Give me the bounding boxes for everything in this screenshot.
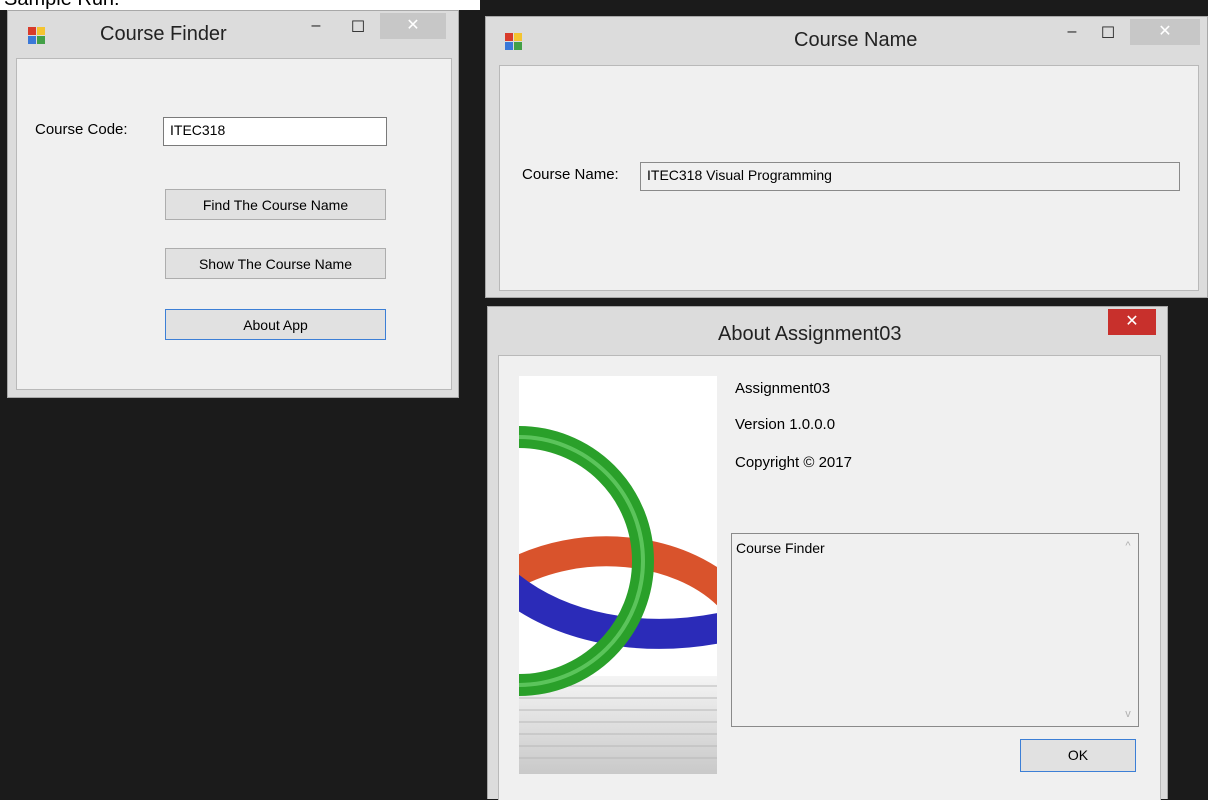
course-name-field[interactable]: ITEC318 Visual Programming [640, 162, 1180, 191]
course-finder-titlebar[interactable]: Course Finder – ☐ ✕ [8, 11, 458, 57]
product-name: Assignment03 [735, 380, 831, 397]
minimize-button[interactable]: – [1060, 23, 1084, 49]
version-label: Version 1.0.0.0 [735, 416, 836, 433]
close-button[interactable]: ✕ [380, 13, 446, 39]
course-name-window: Course Name – ☐ ✕ Course Name: ITEC318 V… [485, 16, 1208, 298]
about-dialog: About Assignment03 ✕ Assignment03 Versio… [487, 306, 1168, 800]
show-course-name-button[interactable]: Show The Course Name [165, 248, 386, 279]
app-icon [28, 27, 46, 45]
description-textbox[interactable]: Course Finder ^ v [731, 533, 1139, 727]
about-app-button[interactable]: About App [165, 309, 386, 340]
scroll-up-icon[interactable]: ^ [1118, 540, 1138, 552]
copyright-label: Copyright © 2017 [735, 454, 852, 471]
app-icon [505, 33, 523, 51]
about-titlebar[interactable]: About Assignment03 ✕ [488, 307, 1167, 353]
course-name-client: Course Name: ITEC318 Visual Programming [499, 65, 1199, 291]
about-client: Assignment03 Version 1.0.0.0 Copyright ©… [498, 355, 1161, 800]
minimize-button[interactable]: – [304, 17, 328, 43]
caption-strip: Sample Run: [0, 0, 480, 10]
window-title: Course Name [794, 29, 918, 51]
course-code-label: Course Code: [35, 121, 128, 138]
dialog-title: About Assignment03 [718, 323, 902, 345]
course-name-titlebar[interactable]: Course Name – ☐ ✕ [486, 17, 1207, 63]
description-text: Course Finder [736, 540, 825, 556]
window-title: Course Finder [100, 23, 227, 45]
scroll-down-icon[interactable]: v [1118, 708, 1138, 720]
course-finder-window: Course Finder – ☐ ✕ Course Code: ITEC318… [7, 10, 459, 398]
ok-button[interactable]: OK [1020, 739, 1136, 772]
find-course-name-button[interactable]: Find The Course Name [165, 189, 386, 220]
close-button[interactable]: ✕ [1130, 19, 1200, 45]
product-logo-image [519, 376, 717, 774]
course-finder-client: Course Code: ITEC318 Find The Course Nam… [16, 58, 452, 390]
sample-run-caption: Sample Run: [4, 0, 120, 10]
maximize-button[interactable]: ☐ [1096, 23, 1120, 49]
maximize-button[interactable]: ☐ [346, 17, 370, 43]
description-scrollbar[interactable]: ^ v [1118, 534, 1138, 726]
course-name-label: Course Name: [522, 166, 619, 183]
course-code-input[interactable]: ITEC318 [163, 117, 387, 146]
close-button[interactable]: ✕ [1108, 309, 1156, 335]
